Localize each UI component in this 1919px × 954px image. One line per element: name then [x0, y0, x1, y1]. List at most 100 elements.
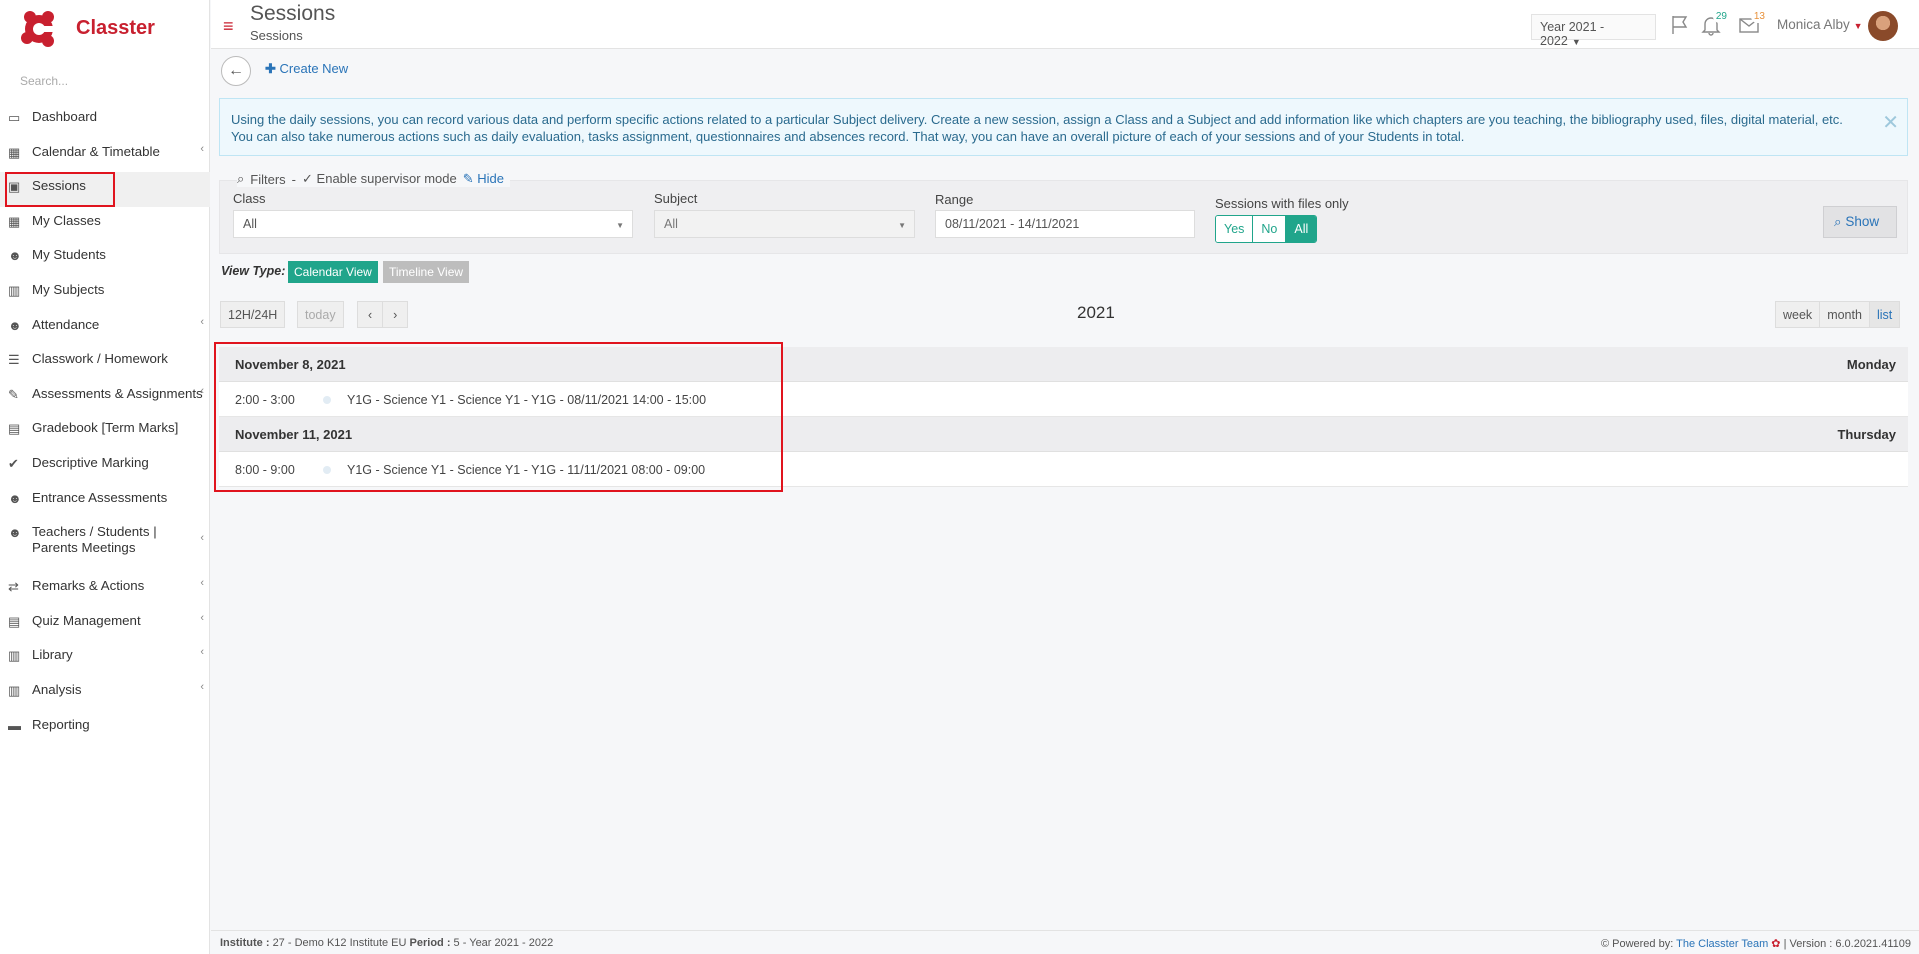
supervisor-mode-label: Enable supervisor mode — [316, 171, 457, 186]
files-only-toggle: Yes No All — [1215, 215, 1318, 243]
user-menu[interactable]: Monica Alby ▼ — [1777, 17, 1862, 32]
sidebar-item-gradebook-term-marks[interactable]: ▤ Gradebook [Term Marks] — [0, 414, 210, 449]
attendance-icon: ☻ — [8, 317, 22, 333]
sidebar-search-input[interactable] — [12, 68, 192, 94]
menu-toggle-icon[interactable]: ≡ — [223, 16, 234, 37]
sidebar-item-teachers-students-parents-meetings[interactable]: ☻ Teachers / Students | Parents Meetings ‹ — [0, 518, 210, 572]
files-yes-option[interactable]: Yes — [1216, 216, 1254, 242]
files-no-option[interactable]: No — [1253, 216, 1287, 242]
classter-team-link[interactable]: The Classter Team — [1676, 938, 1768, 950]
hide-label: Hide — [477, 171, 505, 186]
bell-icon[interactable]: 29 — [1700, 10, 1730, 36]
subject-select[interactable]: All ▼ — [654, 210, 915, 238]
range-label: Range — [935, 192, 974, 207]
show-button[interactable]: ⌕ Show — [1823, 206, 1897, 238]
filters-header: ⌕ Filters - ✓ Enable supervisor mode ✎ H… — [237, 171, 511, 187]
laptop-icon: ▭ — [8, 110, 21, 125]
flag-icon[interactable] — [1669, 14, 1691, 36]
caret-down-icon: ▼ — [616, 221, 624, 230]
brand-name: Classter — [76, 17, 155, 39]
sidebar-item-calendar-timetable[interactable]: ▦ Calendar & Timetable ‹ — [0, 138, 210, 173]
hide-filters-link[interactable]: ✎ Hide — [463, 171, 504, 187]
sidebar-item-descriptive-marking[interactable]: ✔ Descriptive Marking — [0, 449, 210, 484]
sidebar-item-label: Teachers / Students | Parents Meetings — [32, 524, 157, 556]
sessions-highlight-box — [214, 342, 783, 492]
check-icon: ✓ — [302, 171, 313, 186]
files-all-option[interactable]: All — [1286, 216, 1317, 242]
prev-button[interactable]: ‹ — [358, 302, 384, 327]
envelope-icon[interactable]: 13 — [1738, 10, 1768, 36]
year-select[interactable]: Year 2021 - 2022 ▼ — [1531, 14, 1656, 48]
view-type-label: View Type: — [221, 264, 286, 278]
today-button[interactable]: today — [297, 301, 344, 328]
calendar-icon: ▦ — [8, 144, 21, 160]
sidebar-item-dashboard[interactable]: ▭ Dashboard — [0, 103, 210, 138]
sidebar-item-label: Remarks & Actions — [32, 578, 145, 594]
avatar[interactable] — [1868, 11, 1898, 41]
analysis-icon: ▥ — [8, 682, 21, 698]
sidebar-item-my-students[interactable]: ☻ My Students — [0, 241, 210, 276]
back-button[interactable]: ← — [221, 56, 251, 86]
sidebar: Classter ▭ Dashboard ▦ Calendar & Timetable… — [0, 0, 210, 954]
chevron-left-icon: ‹ — [200, 646, 204, 659]
sidebar-item-attendance[interactable]: ☻ Attendance ‹ — [0, 311, 210, 346]
sidebar-item-label: Gradebook [Term Marks] — [32, 420, 179, 436]
class-select-value: All — [243, 217, 257, 231]
chevron-left-icon: ‹ — [200, 680, 204, 693]
sidebar-item-my-classes[interactable]: ▦ My Classes — [0, 207, 210, 242]
meeting-icon: ☻ — [8, 525, 22, 541]
supervisor-mode-toggle[interactable]: ✓ Enable supervisor mode — [302, 171, 457, 187]
create-new-button[interactable]: ✚ Create New — [265, 61, 348, 77]
active-item-highlight — [5, 172, 115, 208]
logo[interactable]: Classter — [18, 6, 155, 51]
sidebar-item-label: Library — [32, 647, 73, 663]
classter-logo-icon — [21, 10, 54, 47]
month-view-button[interactable]: month — [1820, 302, 1870, 327]
top-bar: ≡ Sessions Sessions Year 2021 - 2022 ▼ 29… — [211, 0, 1919, 49]
footer: Institute : 27 - Demo K12 Institute EU P… — [211, 930, 1919, 954]
week-view-button[interactable]: week — [1776, 302, 1821, 327]
sidebar-item-label: Attendance — [32, 316, 100, 332]
range-input[interactable]: 08/11/2021 - 14/11/2021 — [935, 210, 1195, 238]
subject-select-value: All — [664, 217, 678, 231]
timeline-view-button[interactable]: Timeline View — [383, 261, 470, 283]
sidebar-item-sessions[interactable]: ▣ Sessions — [0, 172, 210, 208]
search-icon: ⌕ — [1834, 214, 1842, 229]
sidebar-item-library[interactable]: ▥ Library ‹ — [0, 641, 210, 676]
footer-credits: © Powered by: The Classter Team ✿ | Vers… — [1601, 937, 1911, 950]
nav-button-group: ‹ › — [357, 301, 409, 328]
marking-icon: ✔ — [8, 455, 19, 471]
class-select[interactable]: All ▼ — [233, 210, 633, 238]
gradebook-icon: ▤ — [8, 421, 21, 437]
sidebar-item-entrance-assessments[interactable]: ☻ Entrance Assessments — [0, 484, 210, 519]
sidebar-item-label: My Subjects — [32, 281, 105, 297]
sidebar-item-remarks-actions[interactable]: ⇄ Remarks & Actions ‹ — [0, 572, 210, 607]
sidebar-item-my-subjects[interactable]: ▥ My Subjects — [0, 276, 210, 311]
plus-icon: ✚ — [265, 61, 276, 76]
day-weekday[interactable]: Thursday — [1837, 427, 1896, 442]
create-new-label: Create New — [279, 61, 349, 76]
next-button[interactable]: › — [383, 302, 408, 327]
classter-small-icon: ✿ — [1771, 938, 1781, 950]
chevron-left-icon: ‹ — [200, 315, 204, 328]
close-icon[interactable]: ✕ — [1882, 113, 1899, 133]
sidebar-item-classwork-homework[interactable]: ☰ Classwork / Homework — [0, 345, 210, 380]
calendar-view-button[interactable]: Calendar View — [288, 261, 378, 283]
sidebar-item-assessments-assignments[interactable]: ✎ Assessments & Assignments ‹ — [0, 380, 210, 415]
range-value: 08/11/2021 - 14/11/2021 — [945, 217, 1080, 231]
sidebar-item-quiz-management[interactable]: ▤ Quiz Management ‹ — [0, 607, 210, 642]
hours-toggle-button[interactable]: 12H/24H — [220, 301, 286, 328]
powered-label: Powered by: — [1612, 938, 1674, 950]
info-text: Using the daily sessions, you can record… — [231, 112, 1843, 144]
chevron-left-icon: ‹ — [200, 142, 204, 155]
caret-down-icon: ▼ — [1571, 37, 1581, 47]
sidebar-item-label: Assessments & Assignments — [32, 385, 203, 401]
sidebar-item-analysis[interactable]: ▥ Analysis ‹ — [0, 676, 210, 711]
user-edit-icon: ☻ — [8, 490, 22, 506]
page-title: Sessions — [250, 2, 336, 25]
day-weekday[interactable]: Monday — [1847, 357, 1896, 372]
sidebar-item-reporting[interactable]: ▬ Reporting — [0, 711, 210, 746]
list-view-button[interactable]: list — [1869, 302, 1900, 327]
sidebar-item-label: Analysis — [32, 681, 82, 697]
arrow-left-icon: ← — [228, 62, 244, 79]
